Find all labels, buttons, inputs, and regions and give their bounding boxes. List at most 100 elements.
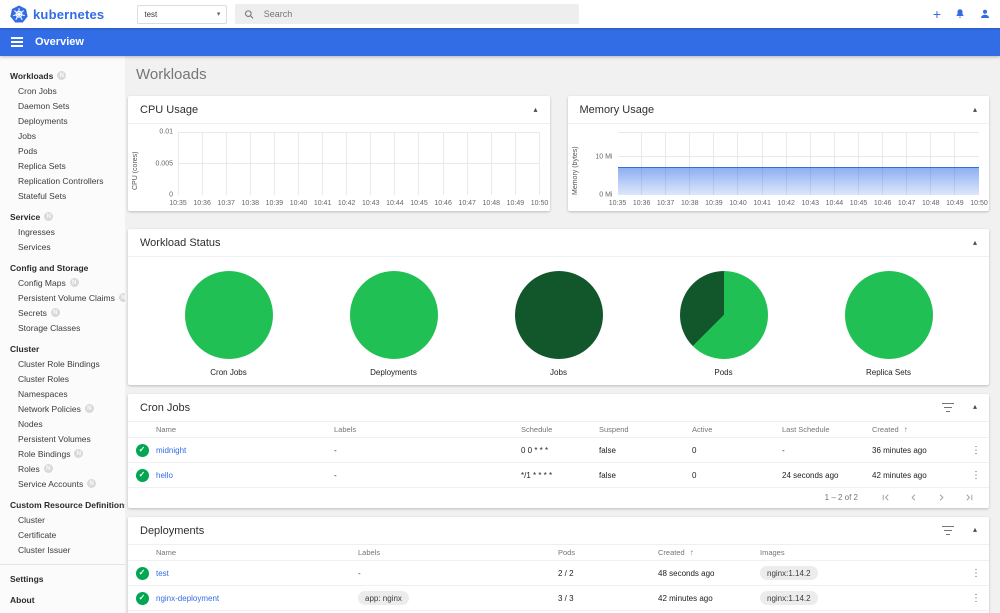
kubernetes-logo[interactable]: kubernetes: [10, 5, 104, 23]
row-menu-button[interactable]: ⋮: [963, 470, 989, 481]
sidebar-item[interactable]: Replication Controllers: [0, 173, 125, 188]
cron-jobs-card: Cron Jobs ▴ Name Labels Schedule Suspend…: [128, 394, 989, 508]
x-tick-label: 10:42: [337, 200, 356, 207]
sidebar-item[interactable]: Namespaces: [0, 386, 125, 401]
pagination: 1 – 2 of 2: [128, 488, 989, 507]
x-tick-label: 10:47: [458, 200, 476, 207]
sidebar-item-label: Cluster Role Bindings: [18, 358, 100, 369]
x-tick-label: 10:43: [801, 200, 820, 207]
last-page-button[interactable]: [964, 492, 975, 503]
sidebar-item[interactable]: Workloads N: [0, 68, 125, 83]
area-series: [617, 166, 979, 195]
workload-status-pies: Cron Jobs Deployments Jobs Pods Replica …: [128, 257, 989, 377]
collapse-card-button[interactable]: ▴: [973, 403, 977, 411]
filter-icon[interactable]: [942, 403, 955, 412]
sidebar-item[interactable]: Cluster Roles: [0, 371, 125, 386]
created-cell: 48 seconds ago: [658, 568, 715, 578]
next-page-button[interactable]: [936, 492, 947, 503]
sidebar-item[interactable]: Deployments: [0, 113, 125, 128]
sidebar-item[interactable]: Secrets N: [0, 305, 125, 320]
sidebar-item[interactable]: Storage Classes: [0, 320, 125, 335]
sidebar-item-label: Nodes: [18, 418, 43, 429]
sidebar-item[interactable]: Stateful Sets: [0, 188, 125, 203]
created-cell: 42 minutes ago: [872, 470, 927, 480]
table-body: ✓ test - 2 / 2 48 seconds ago nginx:1.14…: [128, 561, 989, 611]
sidebar-item[interactable]: Custom Resource Definitions: [0, 497, 125, 512]
sidebar-item[interactable]: Jobs: [0, 128, 125, 143]
x-tick-label: 10:39: [705, 200, 723, 207]
namespace-selector[interactable]: test ▾: [137, 4, 228, 24]
sidebar-item[interactable]: Config Maps N: [0, 275, 125, 290]
row-menu-button[interactable]: ⋮: [963, 568, 989, 579]
sidebar-item[interactable]: Cluster Role Bindings: [0, 356, 125, 371]
cronjob-name-link[interactable]: hello: [156, 471, 173, 480]
sidebar-item[interactable]: Replica Sets: [0, 158, 125, 173]
labels-chip: app: nginx: [358, 591, 409, 605]
table-row[interactable]: ✓ midnight - 0 0 * * * false 0 - 36 minu…: [128, 438, 989, 463]
sidebar-item-label: Network Policies: [18, 403, 81, 414]
sidebar-item[interactable]: Nodes: [0, 416, 125, 431]
menu-hamburger-icon[interactable]: [11, 37, 23, 47]
sorted-column-header[interactable]: Created ↑: [658, 548, 760, 557]
card-title: Workload Status: [140, 236, 221, 249]
sidebar-item[interactable]: Certificate: [0, 527, 125, 542]
table-row[interactable]: ✓ hello - */1 * * * * false 0 24 seconds…: [128, 463, 989, 488]
sidebar-item-label: Services: [18, 241, 51, 252]
deployment-name-link[interactable]: test: [156, 569, 169, 578]
sidebar-item[interactable]: Cluster: [0, 341, 125, 356]
search-bar[interactable]: [235, 4, 580, 24]
sidebar-item[interactable]: Settings: [0, 571, 125, 586]
sidebar-item[interactable]: Ingresses: [0, 224, 125, 239]
status-ok-icon: ✓: [135, 591, 149, 605]
sidebar-item[interactable]: About: [0, 592, 125, 607]
sidebar-item[interactable]: Cluster: [0, 512, 125, 527]
filter-icon[interactable]: [942, 526, 955, 535]
first-page-button[interactable]: [880, 492, 891, 503]
account-icon[interactable]: [979, 8, 991, 20]
sidebar-item[interactable]: Roles N: [0, 461, 125, 476]
notifications-bell-icon[interactable]: [954, 8, 966, 20]
card-title: Deployments: [140, 524, 205, 537]
sidebar-item[interactable]: Network Policies N: [0, 401, 125, 416]
memory-usage-chart: Memory (bytes) 0 Mi 10 Mi 10:35 10:36 10:37…: [568, 124, 990, 211]
collapse-card-button[interactable]: ▴: [973, 238, 977, 247]
labels-chip: -: [358, 568, 361, 578]
sidebar-item-label: Pods: [18, 145, 38, 156]
status-ok-icon: ✓: [135, 566, 149, 580]
sidebar-item[interactable]: Persistent Volume Claims N: [0, 290, 125, 305]
prev-page-button[interactable]: [908, 492, 919, 503]
y-tick-label: 10 Mi: [595, 153, 613, 161]
x-tick-label: 10:38: [241, 200, 260, 207]
table-row[interactable]: ✓ test - 2 / 2 48 seconds ago nginx:1.14…: [128, 561, 989, 586]
x-tick-label: 10:37: [217, 200, 235, 207]
row-menu-button[interactable]: ⋮: [963, 445, 989, 456]
cronjob-name-link[interactable]: midnight: [156, 446, 186, 455]
sidebar-item-label: Replica Sets: [18, 160, 66, 171]
sidebar-item[interactable]: Cluster Issuer: [0, 542, 125, 557]
sidebar-item[interactable]: Persistent Volumes: [0, 431, 125, 446]
collapse-card-button[interactable]: ▴: [973, 105, 977, 114]
schedule-cell: */1 * * * *: [521, 470, 553, 480]
collapse-card-button[interactable]: ▴: [533, 105, 537, 114]
create-resource-button[interactable]: +: [933, 7, 941, 21]
sidebar-item[interactable]: Cron Jobs: [0, 83, 125, 98]
image-chip: nginx:1.14.2: [760, 566, 818, 580]
sidebar-item[interactable]: Daemon Sets: [0, 98, 125, 113]
table-row[interactable]: ✓ nginx-deployment app: nginx 3 / 3 42 m…: [128, 586, 989, 611]
deployment-name-link[interactable]: nginx-deployment: [156, 594, 219, 603]
sidebar-item[interactable]: Service Accounts N: [0, 476, 125, 491]
row-menu-button[interactable]: ⋮: [963, 593, 989, 604]
new-badge: N: [57, 71, 67, 80]
sidebar-item[interactable]: [0, 564, 125, 565]
x-tick-label: 10:42: [777, 200, 795, 207]
sidebar-item[interactable]: Service N: [0, 209, 125, 224]
sidebar-item[interactable]: Role Bindings N: [0, 446, 125, 461]
main-content: Workloads CPU Usage ▴ CPU (cores) 0 0.005…: [125, 56, 1000, 613]
sidebar-item[interactable]: Pods: [0, 143, 125, 158]
sidebar-item[interactable]: Config and Storage: [0, 260, 125, 275]
sidebar-item[interactable]: Services: [0, 239, 125, 254]
collapse-card-button[interactable]: ▴: [973, 526, 977, 534]
sorted-column-header[interactable]: Created ↑: [872, 425, 963, 434]
last-schedule-cell: 24 seconds ago: [782, 470, 839, 480]
search-input[interactable]: [263, 9, 571, 19]
